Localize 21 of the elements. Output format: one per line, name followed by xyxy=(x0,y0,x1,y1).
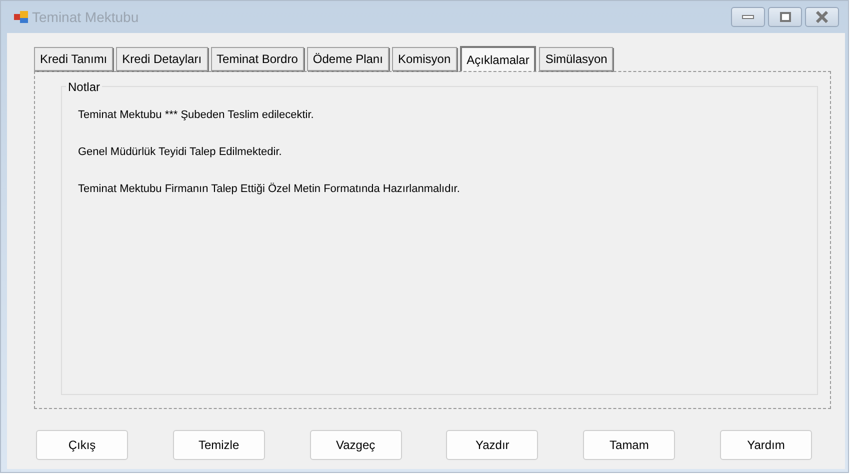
tab[interactable]: Teminat Bordro xyxy=(210,47,304,71)
action-button[interactable]: Çıkış xyxy=(36,430,128,460)
tab[interactable]: Simülasyon xyxy=(539,47,614,71)
tab[interactable]: Kredi Tanımı xyxy=(34,47,114,71)
tab[interactable]: Komisyon xyxy=(392,47,457,71)
action-button[interactable]: Yardım xyxy=(720,430,812,460)
action-button[interactable]: Vazgeç xyxy=(310,430,402,460)
note-text: Genel Müdürlük Teyidi Talep Edilmektedir. xyxy=(78,145,283,160)
tab[interactable]: Ödeme Planı xyxy=(306,47,389,71)
maximize-button[interactable] xyxy=(768,7,802,27)
note-text: Teminat Mektubu Firmanın Talep Ettiği Özel Metin Formatında Hazırlanmalıdır. xyxy=(78,182,461,197)
close-button[interactable] xyxy=(805,7,839,27)
action-button[interactable]: Tamam xyxy=(583,430,676,460)
close-icon xyxy=(815,11,829,23)
action-button[interactable]: Yazdır xyxy=(446,430,538,460)
note-text: Teminat Mektubu *** Şubeden Teslim edilecektir. xyxy=(78,108,315,123)
minimize-button[interactable] xyxy=(731,7,765,27)
app-icon xyxy=(14,10,28,24)
tab[interactable]: Kredi Detayları xyxy=(116,47,208,71)
tab[interactable]: Açıklamalar xyxy=(460,46,536,71)
action-button[interactable]: Temizle xyxy=(172,430,265,460)
